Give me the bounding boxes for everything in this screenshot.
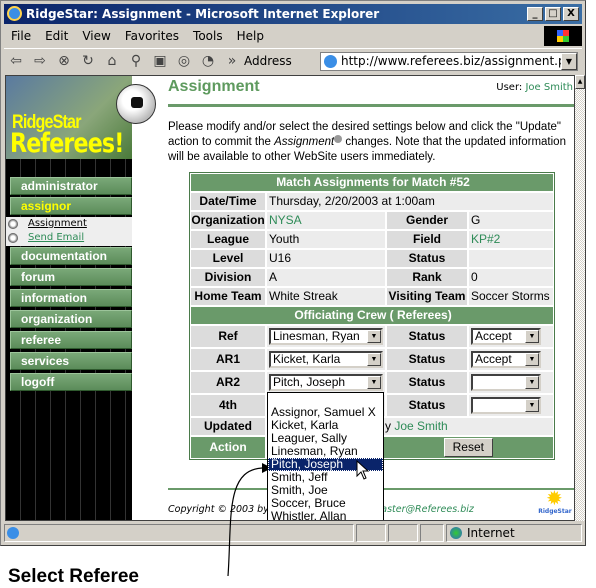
referee-dropdown-list[interactable]: Assignor, Samuel X Kicket, Karla Leaguer, … bbox=[267, 392, 384, 521]
mouse-cursor-icon bbox=[356, 460, 370, 480]
soccer-ball-icon bbox=[116, 84, 156, 124]
callout-label: Select Referee bbox=[8, 566, 139, 587]
dropdown-option[interactable]: Whistler, Allan bbox=[268, 510, 383, 521]
